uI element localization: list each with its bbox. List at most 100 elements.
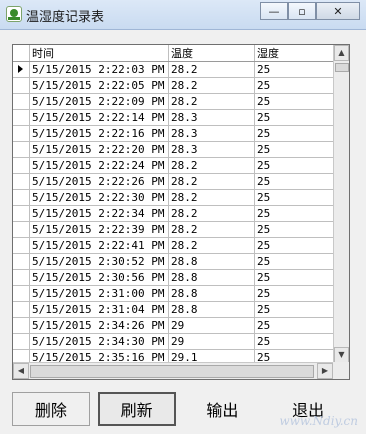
table-row[interactable]: 5/15/2015 2:22:03 PM 28.2 25 bbox=[13, 61, 344, 78]
cell-humidity[interactable]: 25 bbox=[254, 237, 344, 254]
cell-time[interactable]: 5/15/2015 2:30:52 PM bbox=[29, 253, 169, 270]
cell-humidity[interactable]: 25 bbox=[254, 109, 344, 126]
cell-humidity[interactable]: 25 bbox=[254, 61, 344, 78]
scroll-right-icon[interactable]: ▶ bbox=[317, 363, 333, 379]
cell-temperature[interactable]: 28.3 bbox=[168, 125, 255, 142]
row-selector[interactable] bbox=[13, 253, 30, 270]
row-selector[interactable] bbox=[13, 269, 30, 286]
table-row[interactable]: 5/15/2015 2:31:00 PM 28.8 25 bbox=[13, 285, 344, 302]
scroll-left-icon[interactable]: ◀ bbox=[13, 363, 29, 379]
vertical-scrollbar[interactable]: ▲ ▼ bbox=[333, 45, 349, 363]
cell-temperature[interactable]: 29 bbox=[168, 333, 255, 350]
cell-temperature[interactable]: 28.2 bbox=[168, 77, 255, 94]
cell-temperature[interactable]: 28.2 bbox=[168, 221, 255, 238]
table-row[interactable]: 5/15/2015 2:22:34 PM 28.2 25 bbox=[13, 205, 344, 222]
column-header-humidity[interactable]: 湿度 bbox=[254, 45, 344, 62]
cell-time[interactable]: 5/15/2015 2:22:34 PM bbox=[29, 205, 169, 222]
cell-time[interactable]: 5/15/2015 2:31:04 PM bbox=[29, 301, 169, 318]
table-row[interactable]: 5/15/2015 2:22:26 PM 28.2 25 bbox=[13, 173, 344, 190]
cell-humidity[interactable]: 25 bbox=[254, 157, 344, 174]
table-row[interactable]: 5/15/2015 2:30:56 PM 28.8 25 bbox=[13, 269, 344, 286]
table-row[interactable]: 5/15/2015 2:22:05 PM 28.2 25 bbox=[13, 77, 344, 94]
cell-humidity[interactable]: 25 bbox=[254, 205, 344, 222]
cell-temperature[interactable]: 29 bbox=[168, 317, 255, 334]
cell-time[interactable]: 5/15/2015 2:22:09 PM bbox=[29, 93, 169, 110]
cell-time[interactable]: 5/15/2015 2:34:26 PM bbox=[29, 317, 169, 334]
maximize-button[interactable]: ▫ bbox=[288, 2, 316, 20]
refresh-button[interactable]: 刷新 bbox=[97, 392, 176, 426]
export-button[interactable]: 输出 bbox=[184, 392, 262, 426]
cell-humidity[interactable]: 25 bbox=[254, 221, 344, 238]
scroll-down-icon[interactable]: ▼ bbox=[334, 347, 349, 363]
minimize-button[interactable]: — bbox=[260, 2, 288, 20]
cell-time[interactable]: 5/15/2015 2:34:30 PM bbox=[29, 333, 169, 350]
cell-temperature[interactable]: 28.2 bbox=[168, 205, 255, 222]
row-selector[interactable] bbox=[13, 205, 30, 222]
column-header-temperature[interactable]: 温度 bbox=[168, 45, 255, 62]
cell-temperature[interactable]: 28.8 bbox=[168, 301, 255, 318]
row-selector[interactable] bbox=[13, 237, 30, 254]
cell-temperature[interactable]: 28.2 bbox=[168, 61, 255, 78]
cell-temperature[interactable]: 28.8 bbox=[168, 269, 255, 286]
row-selector[interactable] bbox=[13, 333, 30, 350]
cell-temperature[interactable]: 28.8 bbox=[168, 253, 255, 270]
cell-temperature[interactable]: 28.2 bbox=[168, 189, 255, 206]
cell-time[interactable]: 5/15/2015 2:22:26 PM bbox=[29, 173, 169, 190]
row-selector[interactable] bbox=[13, 93, 30, 110]
cell-temperature[interactable]: 28.3 bbox=[168, 109, 255, 126]
vertical-scroll-thumb[interactable] bbox=[335, 63, 349, 72]
cell-time[interactable]: 5/15/2015 2:22:41 PM bbox=[29, 237, 169, 254]
cell-temperature[interactable]: 28.2 bbox=[168, 93, 255, 110]
row-selector[interactable] bbox=[13, 109, 30, 126]
table-row[interactable]: 5/15/2015 2:22:30 PM 28.2 25 bbox=[13, 189, 344, 206]
cell-time[interactable]: 5/15/2015 2:22:30 PM bbox=[29, 189, 169, 206]
cell-humidity[interactable]: 25 bbox=[254, 141, 344, 158]
cell-time[interactable]: 5/15/2015 2:22:05 PM bbox=[29, 77, 169, 94]
cell-humidity[interactable]: 25 bbox=[254, 269, 344, 286]
cell-time[interactable]: 5/15/2015 2:22:03 PM bbox=[29, 61, 169, 78]
cell-temperature[interactable]: 28.3 bbox=[168, 141, 255, 158]
row-selector[interactable] bbox=[13, 301, 30, 318]
cell-temperature[interactable]: 28.2 bbox=[168, 157, 255, 174]
cell-humidity[interactable]: 25 bbox=[254, 77, 344, 94]
scroll-up-icon[interactable]: ▲ bbox=[334, 45, 349, 61]
table-row[interactable]: 5/15/2015 2:31:04 PM 28.8 25 bbox=[13, 301, 344, 318]
cell-time[interactable]: 5/15/2015 2:30:56 PM bbox=[29, 269, 169, 286]
row-selector[interactable] bbox=[13, 125, 30, 142]
table-row[interactable]: 5/15/2015 2:22:41 PM 28.2 25 bbox=[13, 237, 344, 254]
cell-humidity[interactable]: 25 bbox=[254, 93, 344, 110]
row-selector[interactable] bbox=[13, 221, 30, 238]
table-row[interactable]: 5/15/2015 2:22:09 PM 28.2 25 bbox=[13, 93, 344, 110]
cell-humidity[interactable]: 25 bbox=[254, 333, 344, 350]
cell-humidity[interactable]: 25 bbox=[254, 317, 344, 334]
cell-humidity[interactable]: 25 bbox=[254, 301, 344, 318]
table-row[interactable]: 5/15/2015 2:34:30 PM 29 25 bbox=[13, 333, 344, 350]
table-row[interactable]: 5/15/2015 2:22:16 PM 28.3 25 bbox=[13, 125, 344, 142]
row-selector-header[interactable] bbox=[13, 45, 30, 62]
row-selector[interactable] bbox=[13, 317, 30, 334]
cell-time[interactable]: 5/15/2015 2:31:00 PM bbox=[29, 285, 169, 302]
cell-temperature[interactable]: 28.8 bbox=[168, 285, 255, 302]
cell-time[interactable]: 5/15/2015 2:22:39 PM bbox=[29, 221, 169, 238]
table-row[interactable]: 5/15/2015 2:22:20 PM 28.3 25 bbox=[13, 141, 344, 158]
cell-humidity[interactable]: 25 bbox=[254, 125, 344, 142]
cell-humidity[interactable]: 25 bbox=[254, 189, 344, 206]
table-row[interactable]: 5/15/2015 2:30:52 PM 28.8 25 bbox=[13, 253, 344, 270]
records-grid[interactable]: 时间 温度 湿度 5/15/2015 2:22:03 PM 28.2 25 5/15/… bbox=[12, 44, 350, 380]
cell-time[interactable]: 5/15/2015 2:22:24 PM bbox=[29, 157, 169, 174]
cell-humidity[interactable]: 25 bbox=[254, 253, 344, 270]
row-selector[interactable] bbox=[13, 173, 30, 190]
cell-temperature[interactable]: 28.2 bbox=[168, 237, 255, 254]
horizontal-scrollbar[interactable]: ◀ ▶ bbox=[13, 362, 333, 379]
row-selector[interactable] bbox=[13, 77, 30, 94]
horizontal-scroll-thumb[interactable] bbox=[30, 365, 314, 378]
delete-button[interactable]: 删除 bbox=[12, 392, 90, 426]
close-button[interactable]: ✕ bbox=[316, 2, 360, 20]
cell-humidity[interactable]: 25 bbox=[254, 173, 344, 190]
cell-time[interactable]: 5/15/2015 2:22:20 PM bbox=[29, 141, 169, 158]
cell-time[interactable]: 5/15/2015 2:22:14 PM bbox=[29, 109, 169, 126]
cell-time[interactable]: 5/15/2015 2:22:16 PM bbox=[29, 125, 169, 142]
table-row[interactable]: 5/15/2015 2:22:39 PM 28.2 25 bbox=[13, 221, 344, 238]
row-selector[interactable] bbox=[13, 141, 30, 158]
row-selector[interactable] bbox=[13, 285, 30, 302]
